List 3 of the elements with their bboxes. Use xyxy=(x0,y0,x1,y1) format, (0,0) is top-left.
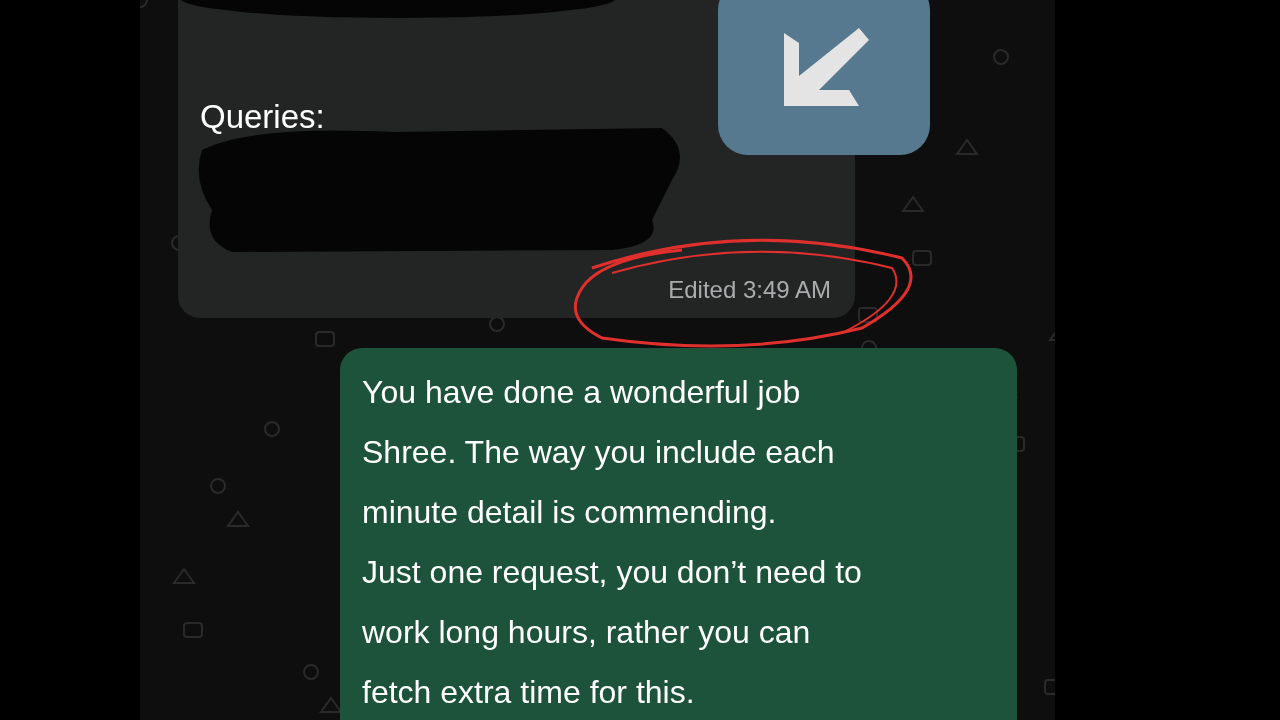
heading-text: Queries: xyxy=(200,97,325,137)
message-text: You have done a wonderful job Shree. The way you include each minute detail is commending. Just one request, you don’t need to work long hours, rather you can fetch extra time for this. xyxy=(362,373,863,712)
edited-timestamp: Edited 3:49 AM xyxy=(668,275,831,305)
